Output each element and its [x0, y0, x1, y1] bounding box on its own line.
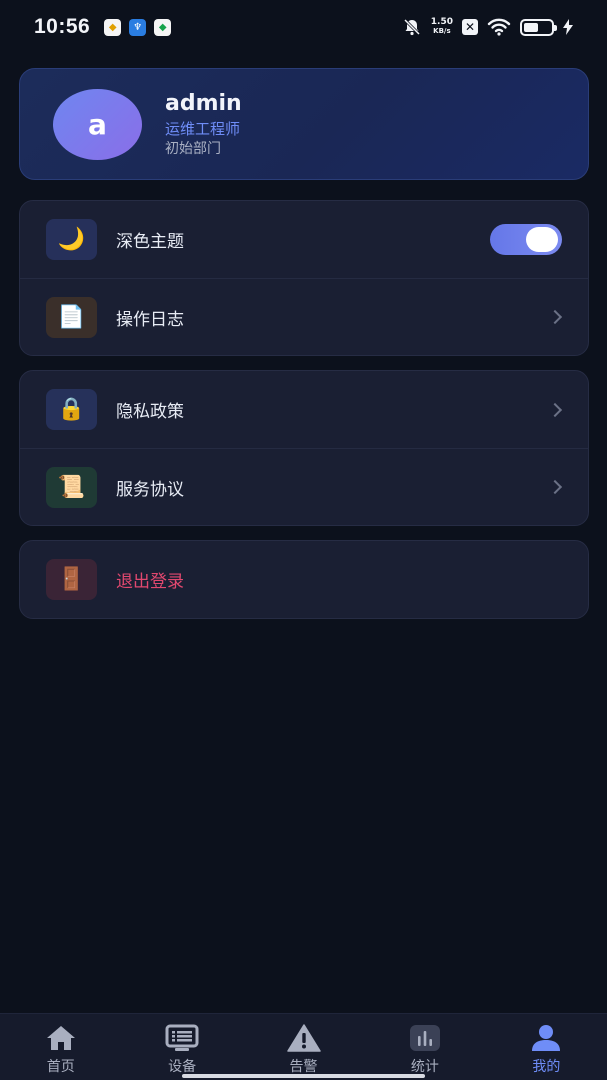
avatar-letter: a [88, 108, 107, 141]
user-role: 运维工程师 [165, 120, 241, 138]
privacy-policy-row[interactable]: 🔒 隐私政策 [20, 371, 588, 448]
status-bar-right: 1.50 KB/s ✕ [402, 17, 573, 37]
dark-theme-label: 深色主题 [116, 232, 184, 252]
moon-icon: 🌙 [46, 219, 97, 260]
nav-item-home[interactable]: 首页 [0, 1014, 121, 1080]
user-department: 初始部门 [165, 141, 221, 157]
device-list-icon [164, 1023, 200, 1053]
battery-icon [520, 18, 557, 36]
nav-item-alerts[interactable]: 告警 [243, 1014, 364, 1080]
user-icon [528, 1023, 564, 1053]
scroll-icon: 📜 [46, 466, 97, 508]
chevron-right-icon [547, 402, 563, 417]
home-icon [43, 1023, 79, 1053]
nav-item-profile[interactable]: 我的 [486, 1014, 607, 1080]
dark-theme-row[interactable]: 🌙 深色主题 [20, 201, 588, 278]
chevron-right-icon [547, 479, 563, 495]
document-icon: 📄 [46, 296, 97, 338]
logout-button[interactable]: 🚪 退出登录 [20, 541, 588, 618]
username: admin [165, 91, 242, 116]
network-speed: 1.50 KB/s [431, 18, 453, 36]
notification-app-icon: ◆ [154, 18, 172, 36]
service-agreement-label: 服务协议 [116, 479, 184, 500]
status-bar-left: 10:56 ◆ ♆ ◆ [34, 15, 172, 39]
home-indicator[interactable] [182, 1074, 425, 1078]
notification-app-icon: ♆ [129, 18, 147, 36]
nav-label-home: 首页 [46, 1059, 75, 1075]
nav-label-profile: 我的 [532, 1059, 561, 1075]
logout-label: 退出登录 [116, 572, 184, 592]
privacy-policy-label: 隐私政策 [116, 402, 184, 422]
chevron-right-icon [547, 309, 563, 325]
warning-icon [286, 1023, 322, 1053]
network-speed-unit: KB/s [433, 27, 451, 35]
settings-group-preferences: 🌙 深色主题 📄 操作日志 [19, 200, 589, 356]
operation-log-label: 操作日志 [116, 309, 184, 330]
operation-log-row[interactable]: 📄 操作日志 [20, 278, 588, 355]
bell-muted-icon [403, 18, 420, 36]
network-speed-value: 1.50 [430, 17, 453, 27]
avatar: a [53, 89, 142, 160]
profile-info: admin 运维工程师 初始部门 [165, 91, 242, 158]
logout-group: 🚪 退出登录 [19, 540, 589, 619]
stats-icon [407, 1023, 443, 1053]
toggle-knob [526, 227, 558, 252]
nav-item-stats[interactable]: 统计 [364, 1014, 485, 1080]
settings-group-legal: 🔒 隐私政策 📜 服务协议 [19, 370, 589, 526]
no-sim-icon: ✕ [462, 19, 478, 35]
bottom-nav: 首页 设备 告警 统计 我的 [0, 1013, 607, 1080]
status-time: 10:56 [34, 15, 91, 38]
wifi-icon [487, 18, 511, 36]
nav-label-alerts: 告警 [289, 1059, 318, 1075]
nav-label-stats: 统计 [410, 1059, 439, 1075]
nav-item-devices[interactable]: 设备 [121, 1014, 242, 1080]
charging-icon [563, 19, 573, 35]
notification-app-icon: ◆ [104, 18, 122, 36]
lock-icon: 🔒 [46, 389, 97, 430]
dark-theme-toggle[interactable] [490, 224, 562, 255]
profile-card[interactable]: a admin 运维工程师 初始部门 [19, 68, 589, 180]
service-agreement-row[interactable]: 📜 服务协议 [20, 448, 588, 525]
nav-label-devices: 设备 [168, 1059, 197, 1075]
status-bar: 10:56 ◆ ♆ ◆ 1.50 KB/s ✕ [0, 0, 607, 54]
door-icon: 🚪 [46, 559, 97, 600]
